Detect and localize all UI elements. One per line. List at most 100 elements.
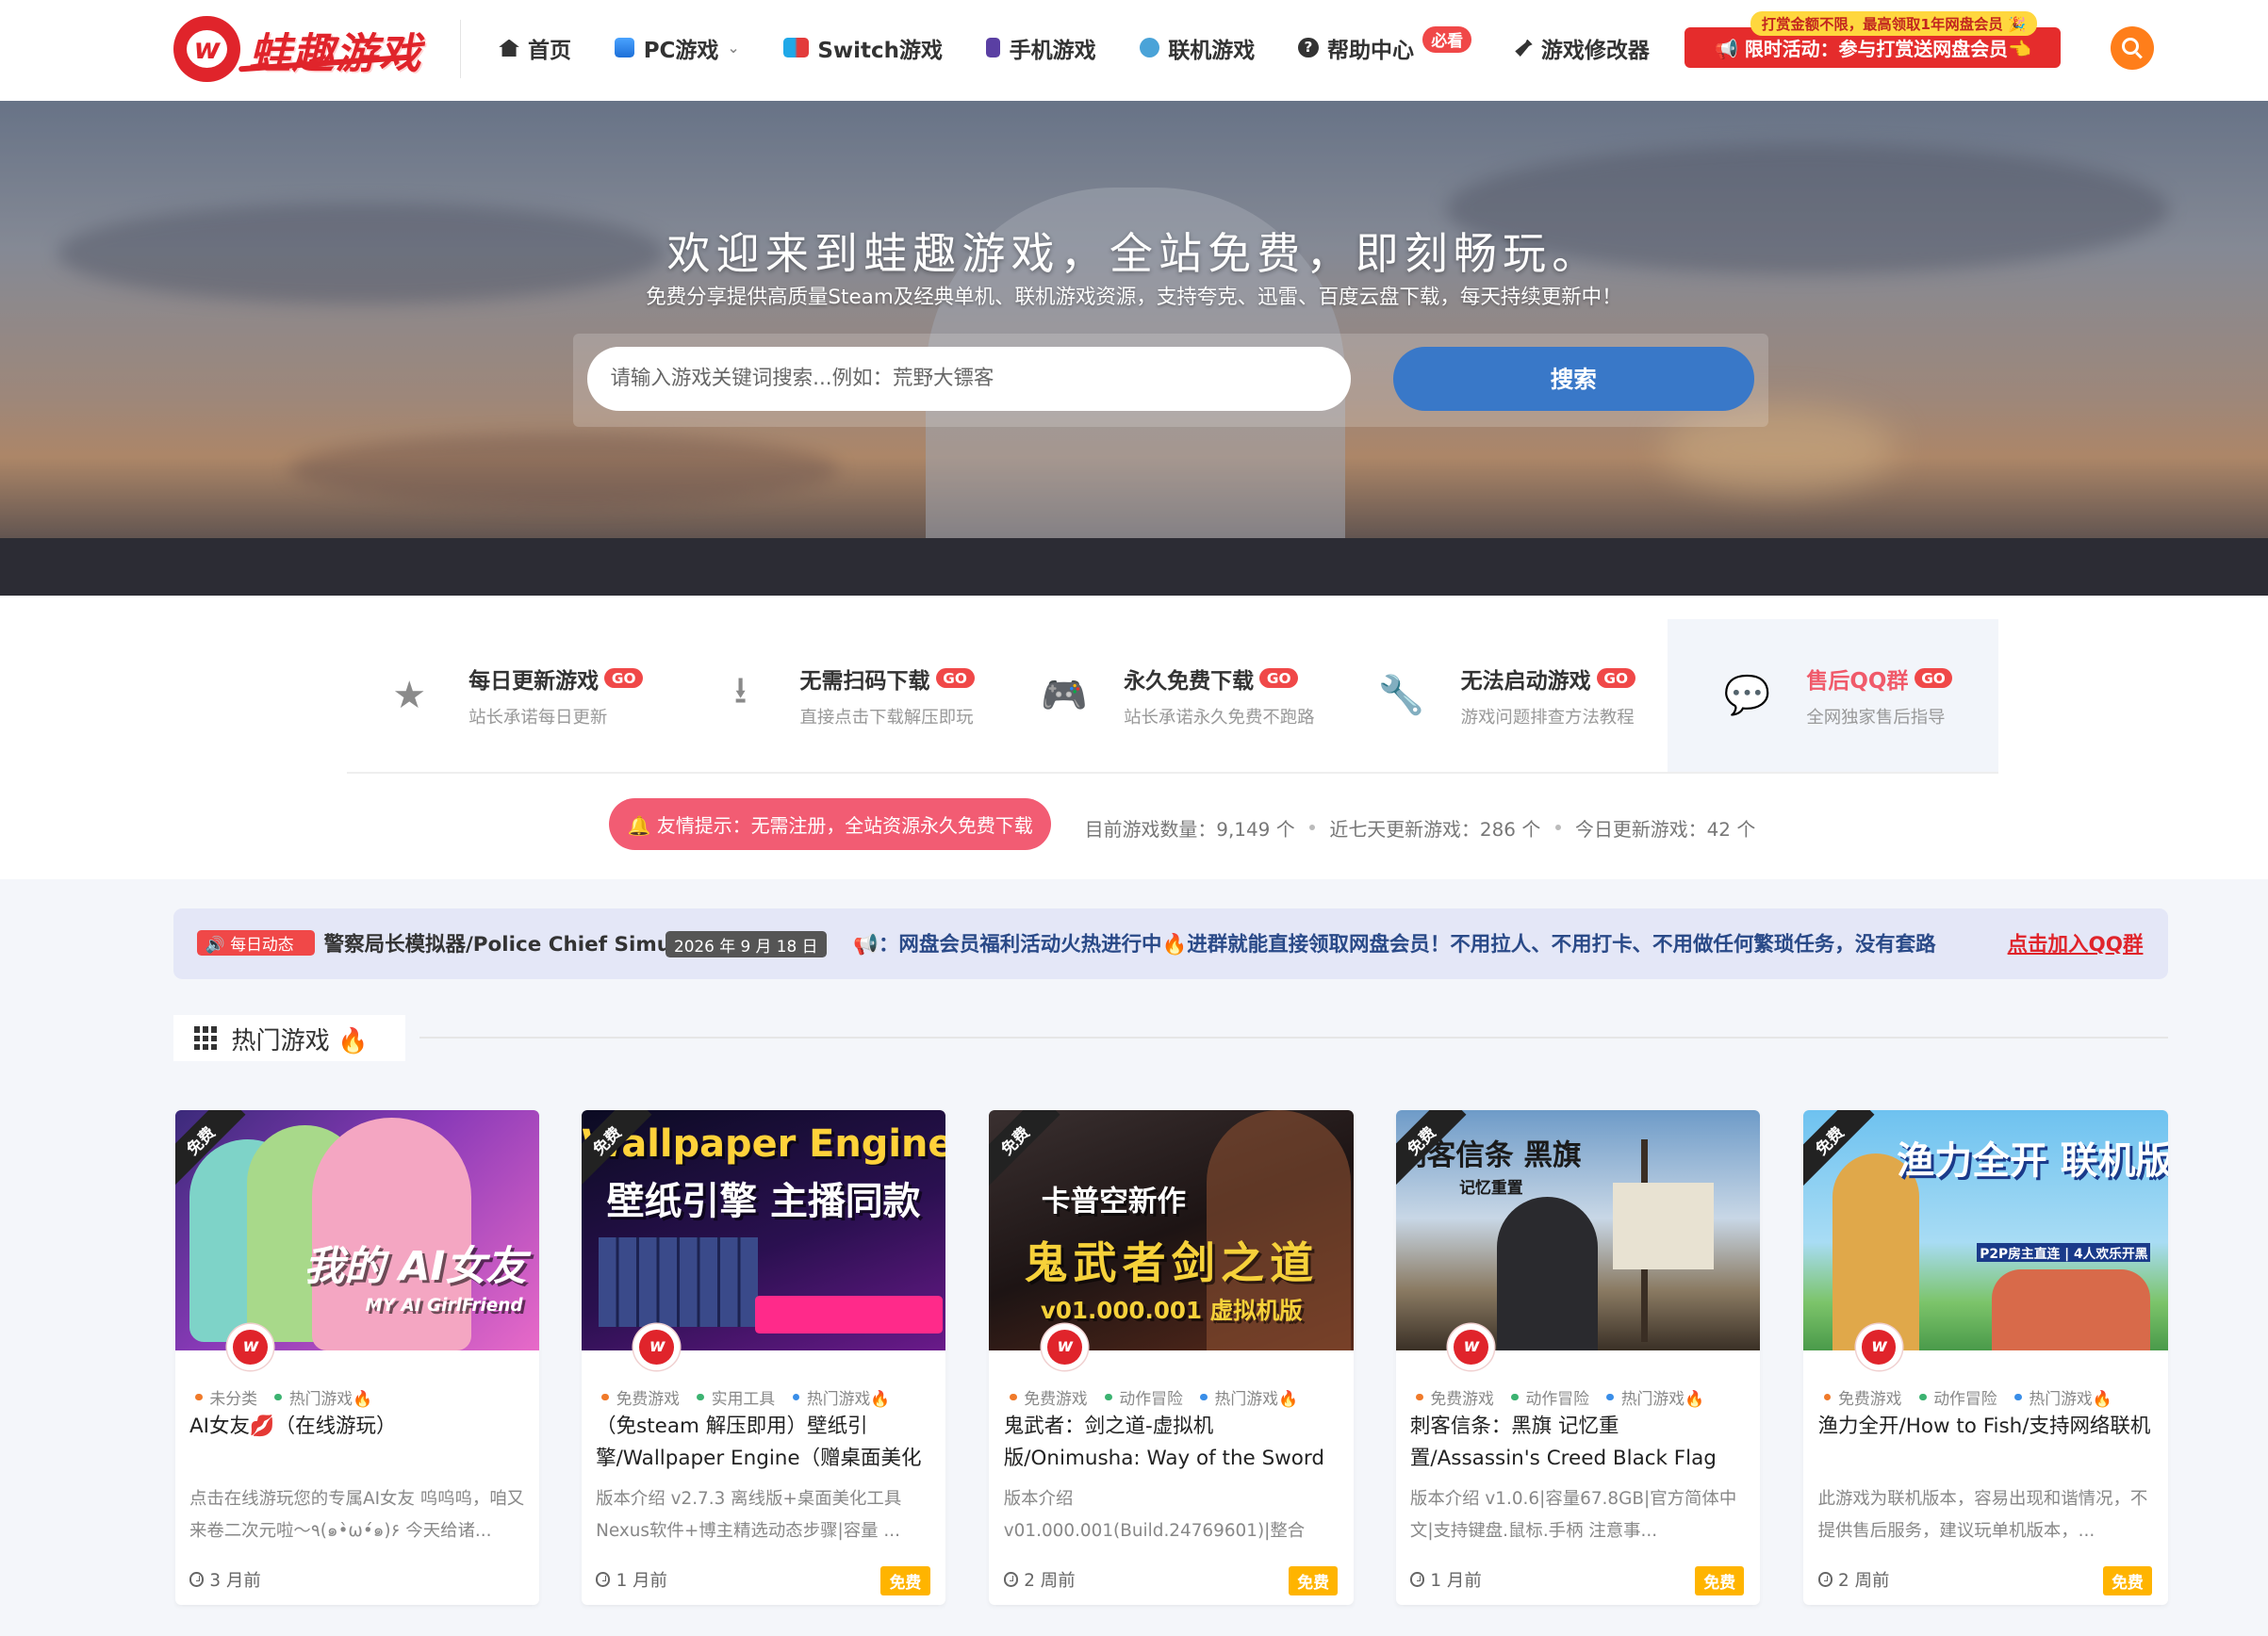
card-tags: 免费游戏 动作冒险 热门游戏🔥: [1824, 1385, 2129, 1409]
nav-online-games[interactable]: 联机游戏: [1139, 32, 1255, 64]
feature-title: 永久免费下载: [1124, 668, 1255, 694]
hero-subtitle: 免费分享提供高质量Steam及经典单机、联机游戏资源，支持夸克、迅雷、百度云盘下…: [646, 285, 1622, 309]
card-title[interactable]: 渔力全开/How to Fish/支持网络联机: [1818, 1411, 2157, 1475]
site-header: w 蛙趣游戏 首页 PC游戏 ⌄ Switch游戏 手机游戏 联机游戏 ? 帮助…: [0, 0, 2268, 102]
card-title[interactable]: （免steam 解压即用）壁纸引擎/Wallpaper Engine（赠桌面美化…: [596, 1411, 934, 1475]
card-thumbnail[interactable]: Wallpaper Engine 壁纸引擎 主播同款 免费: [581, 1110, 946, 1351]
free-badge: 免费: [1289, 1565, 1339, 1595]
card-description: 版本介绍 v01.000.001(Build.24769601)|整合24DLC…: [1003, 1489, 1306, 1541]
tag-hot-games[interactable]: 热门游戏🔥: [1606, 1385, 1704, 1409]
tag-action-adventure[interactable]: 动作冒险: [1511, 1385, 1589, 1409]
section-divider: [419, 1037, 2168, 1039]
author-avatar[interactable]: [1855, 1324, 1902, 1371]
nav-help-center[interactable]: ? 帮助中心 必看: [1298, 25, 1472, 64]
clock-icon: [1003, 1572, 1019, 1587]
author-avatar[interactable]: [1447, 1324, 1494, 1371]
game-card[interactable]: 我的 AI女友 MY AI GirlFriend 免费 未分类 热门游戏🔥 AI…: [174, 1110, 540, 1606]
friendly-tip-button[interactable]: 🔔 友情提示：无需注册，全站资源永久免费下载: [608, 797, 1052, 851]
feature-daily-update[interactable]: ★ 每日更新游戏 GO 站长承诺每日更新: [387, 619, 691, 773]
tag-hot-games[interactable]: 热门游戏🔥: [2014, 1385, 2112, 1409]
game-card[interactable]: Wallpaper Engine 壁纸引擎 主播同款 免费 免费游戏 实用工具 …: [581, 1110, 946, 1606]
promo-tag: 打赏金额不限，最高领取1年网盘会员 🎉: [1750, 11, 2038, 37]
card-thumbnail[interactable]: 渔力全开 联机版 P2P房主直连 | 4人欢乐开黑 免费: [1803, 1110, 2168, 1351]
nav-pc-games[interactable]: PC游戏 ⌄: [615, 32, 739, 64]
tag-action-adventure[interactable]: 动作冒险: [1105, 1385, 1182, 1409]
ticker-news-link[interactable]: 警察局长模拟器/Police Chief Simu: [324, 928, 671, 957]
gamepad-icon: 🎮: [1041, 674, 1089, 718]
feature-subtitle: 站长承诺每日更新: [468, 708, 608, 728]
tag-uncategorized[interactable]: 未分类: [195, 1385, 257, 1409]
question-icon: ?: [1298, 38, 1319, 58]
card-time: 1 月前: [1409, 1567, 1482, 1592]
feature-title: 无需扫码下载: [799, 668, 930, 694]
thumb-capcom-text: 卡普空新作: [1041, 1185, 1187, 1219]
feature-subtitle: 全网独家售后指导: [1806, 708, 1946, 728]
wrench-icon: [1515, 39, 1533, 57]
features-section: ★ 每日更新游戏 GO 站长承诺每日更新 ⭳ 无需扫码下载 GO 直接点击下载解压即…: [0, 596, 2268, 879]
search-icon[interactable]: [2110, 25, 2154, 70]
tag-free-games[interactable]: 免费游戏: [601, 1385, 680, 1409]
site-logo[interactable]: w 蛙趣游戏: [173, 11, 422, 87]
feature-qq-group[interactable]: 💬 售后QQ群 GO 全网独家售后指导: [1668, 618, 1999, 773]
author-avatar[interactable]: [633, 1324, 681, 1371]
hero-search-input[interactable]: [586, 347, 1352, 411]
author-avatar[interactable]: [1041, 1324, 1088, 1371]
clock-icon: [596, 1572, 611, 1587]
feature-no-scan-download[interactable]: ⭳ 无需扫码下载 GO 直接点击下载解压即玩: [719, 619, 1023, 773]
nav-home[interactable]: 首页: [499, 32, 571, 64]
monitor-icon: [615, 38, 635, 58]
daily-news-badge: 🔊 每日动态: [196, 929, 316, 957]
tag-action-adventure[interactable]: 动作冒险: [1919, 1385, 1997, 1409]
tag-utility[interactable]: 实用工具: [697, 1385, 775, 1409]
game-card[interactable]: 卡普空新作 鬼武者剑之道 v01.000.001 虚拟机版 免费 免费游戏 动作…: [989, 1110, 1355, 1606]
nav-game-trainer[interactable]: 游戏修改器: [1515, 32, 1650, 64]
thumb-subtitle-text: 记忆重置: [1459, 1177, 1523, 1197]
nav-help-label: 帮助中心: [1326, 38, 1414, 63]
card-tags: 免费游戏 动作冒险 热门游戏🔥: [1416, 1385, 1721, 1409]
tag-hot-games[interactable]: 热门游戏🔥: [1200, 1385, 1298, 1409]
card-description: 此游戏为联机版本，容易出现和谐情况，不提供售后服务，建议玩单机版本，...: [1817, 1489, 2148, 1541]
feature-free-forever[interactable]: 🎮 永久免费下载 GO 站长承诺永久免费不跑路: [1041, 619, 1346, 773]
site-stats: 目前游戏数量：9,149 个 近七天更新游戏：286 个 今日更新游戏：42 个: [1085, 814, 1756, 842]
star-icon: ★: [392, 673, 427, 717]
card-description: 版本介绍 v2.7.3 离线版+桌面美化工具Nexus软件+博主精选动态步骤|容…: [596, 1489, 902, 1541]
nav-switch-games[interactable]: Switch游戏: [782, 32, 943, 64]
game-card[interactable]: 刺客信条 黑旗 记忆重置 免费 免费游戏 动作冒险 热门游戏🔥 刺客信条：黑旗 …: [1395, 1110, 1761, 1606]
author-avatar[interactable]: [226, 1324, 273, 1371]
feature-title: 无法启动游戏: [1460, 668, 1591, 694]
go-badge: GO: [1259, 668, 1299, 689]
game-card[interactable]: 渔力全开 联机版 P2P房主直连 | 4人欢乐开黑 免费 免费游戏 动作冒险 热…: [1803, 1110, 2168, 1606]
thumb-banner: [754, 1295, 944, 1333]
home-icon: [499, 39, 519, 57]
tag-free-games[interactable]: 免费游戏: [1824, 1385, 1901, 1409]
free-badge: 免费: [880, 1565, 930, 1595]
card-time: 3 月前: [189, 1567, 261, 1592]
tag-hot-games[interactable]: 热门游戏🔥: [793, 1385, 890, 1409]
card-title[interactable]: 刺客信条：黑旗 记忆重置/Assassin's Creed Black Flag…: [1410, 1411, 1749, 1475]
go-badge: GO: [604, 668, 644, 689]
card-title[interactable]: 鬼武者：剑之道-虚拟机版/Onimusha: Way of the Sword …: [1004, 1411, 1342, 1475]
hero-banner: 欢迎来到蛙趣游戏，全站免费，即刻畅玩。 免费分享提供高质量Steam及经典单机、…: [0, 101, 2268, 597]
card-time-text: 2 周前: [1024, 1571, 1076, 1592]
nav-mobile-games[interactable]: 手机游戏: [986, 32, 1096, 64]
tag-free-games[interactable]: 免费游戏: [1010, 1385, 1087, 1409]
card-thumbnail[interactable]: 卡普空新作 鬼武者剑之道 v01.000.001 虚拟机版 免费: [989, 1110, 1355, 1351]
card-title[interactable]: AI女友💋（在线游玩）: [189, 1411, 528, 1475]
card-thumbnail[interactable]: 刺客信条 黑旗 记忆重置 免费: [1395, 1110, 1761, 1351]
card-time-text: 1 月前: [1430, 1571, 1482, 1592]
tag-free-games[interactable]: 免费游戏: [1416, 1385, 1493, 1409]
card-thumbnail[interactable]: 我的 AI女友 MY AI GirlFriend 免费: [174, 1110, 540, 1351]
header-divider: [459, 20, 462, 78]
stat-separator: [1554, 825, 1561, 831]
feature-title: 每日更新游戏: [468, 668, 600, 694]
main-nav: 首页 PC游戏 ⌄ Switch游戏 手机游戏 联机游戏 ? 帮助中心 必看 游…: [499, 25, 1693, 64]
join-qq-group-link[interactable]: 点击加入QQ群: [2008, 928, 2144, 957]
free-badge: 免费: [2102, 1565, 2152, 1595]
switch-icon: [782, 38, 810, 58]
hero-title: 欢迎来到蛙趣游戏，全站免费，即刻畅玩。: [666, 228, 1602, 280]
tag-hot-games[interactable]: 热门游戏🔥: [274, 1385, 372, 1409]
thumb-figure: [1991, 1269, 2151, 1350]
feature-cannot-launch[interactable]: 🔧 无法启动游戏 GO 游戏问题排查方法教程: [1378, 619, 1669, 773]
hero-search-button[interactable]: 搜索: [1392, 347, 1755, 411]
globe-icon: [1139, 38, 1160, 58]
